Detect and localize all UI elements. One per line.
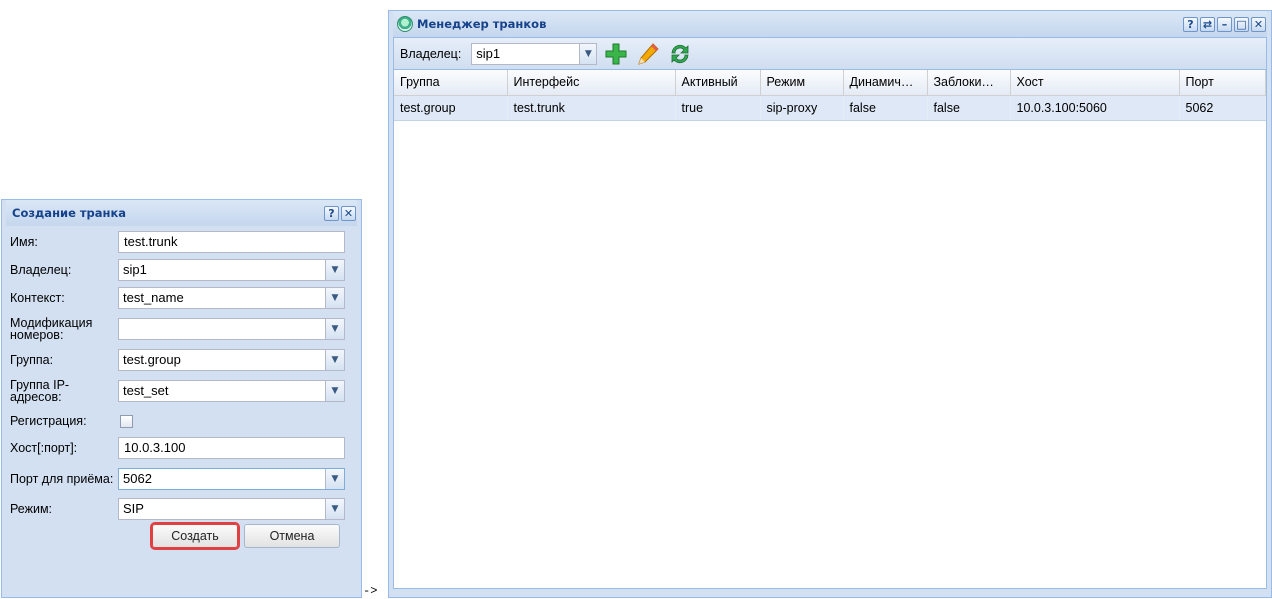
- cell-dynamic: false: [843, 95, 928, 121]
- owner-select-value: sip1: [476, 45, 501, 61]
- edit-trunk-button[interactable]: [635, 41, 661, 67]
- chevron-down-icon[interactable]: ▼: [579, 43, 597, 64]
- trunk-manager-window: Менеджер транков ? ⇄ – □ ✕ Владелец: sip…: [388, 10, 1272, 598]
- create-trunk-dialog: Создание транка ? ✕ Имя: test.trunk Влад…: [1, 199, 362, 598]
- column-header-interface[interactable]: Интерфейс: [507, 70, 676, 96]
- column-header-port[interactable]: Порт: [1179, 70, 1266, 96]
- column-header-mode[interactable]: Режим: [760, 70, 844, 96]
- number-modification-label: Модификация номеров:: [10, 316, 93, 342]
- pencil-icon: [638, 42, 660, 65]
- create-trunk-form: Имя: test.trunk Владелец: sip1 ▼ Контекс…: [6, 226, 357, 550]
- help-icon[interactable]: ?: [324, 205, 339, 221]
- chevron-down-icon[interactable]: ▼: [325, 319, 344, 339]
- trunk-manager-toolbar: Владелец: sip1 ▼: [393, 37, 1267, 69]
- mode-label: Режим:: [10, 502, 53, 516]
- mode-value: SIP: [123, 501, 144, 516]
- context-value: test_name: [123, 290, 184, 305]
- number-modification-select[interactable]: ▼: [118, 318, 345, 340]
- mode-select[interactable]: SIP ▼: [118, 498, 345, 520]
- chevron-down-icon[interactable]: ▼: [325, 381, 344, 401]
- receive-port-select[interactable]: 5062 ▼: [118, 468, 345, 490]
- chevron-down-icon[interactable]: ▼: [325, 469, 344, 489]
- registration-checkbox[interactable]: [120, 414, 133, 428]
- chevron-down-icon[interactable]: ▼: [325, 260, 344, 280]
- create-button[interactable]: Создать: [150, 522, 240, 550]
- cell-blocked: false: [927, 95, 1011, 121]
- cell-group: test.group: [394, 95, 508, 121]
- chevron-down-icon[interactable]: ▼: [325, 350, 344, 370]
- trunk-manager-icon: [397, 16, 413, 32]
- close-icon[interactable]: ✕: [1251, 16, 1266, 32]
- minimize-icon[interactable]: –: [1217, 16, 1232, 32]
- host-port-label: Хост[:порт]:: [10, 441, 78, 455]
- column-header-group[interactable]: Группа: [394, 70, 508, 96]
- owner-select[interactable]: sip1 ▼: [118, 259, 345, 281]
- ip-group-select[interactable]: test_set ▼: [118, 380, 345, 402]
- column-header-active[interactable]: Активный: [675, 70, 761, 96]
- name-label: Имя:: [10, 235, 38, 249]
- plus-icon: [605, 43, 627, 64]
- owner-label: Владелец:: [400, 46, 462, 61]
- refresh-window-icon[interactable]: ⇄: [1200, 16, 1215, 32]
- table-row[interactable]: test.group test.trunk true sip-proxy fal…: [394, 95, 1266, 121]
- ip-group-value: test_set: [123, 383, 169, 398]
- close-icon[interactable]: ✕: [341, 205, 356, 221]
- owner-value: sip1: [123, 262, 147, 277]
- receive-port-label: Порт для приёма:: [10, 472, 114, 486]
- help-icon[interactable]: ?: [1183, 16, 1198, 32]
- owner-label: Владелец:: [10, 263, 72, 277]
- cell-port: 5062: [1179, 95, 1266, 121]
- cell-mode: sip-proxy: [760, 95, 844, 121]
- context-label: Контекст:: [10, 291, 65, 305]
- group-value: test.group: [123, 352, 181, 367]
- column-header-host[interactable]: Хост: [1010, 70, 1180, 96]
- cancel-button[interactable]: Отмена: [244, 524, 340, 548]
- column-header-blocked[interactable]: Заблоки…: [927, 70, 1011, 96]
- create-trunk-header: Создание транка ? ✕: [6, 200, 357, 226]
- create-trunk-title: Создание транка: [12, 206, 127, 220]
- maximize-icon[interactable]: □: [1234, 16, 1249, 32]
- refresh-icon: [671, 44, 689, 63]
- trunk-manager-title: Менеджер транков: [417, 17, 547, 31]
- owner-select[interactable]: sip1 ▼: [471, 42, 598, 65]
- cell-interface: test.trunk: [507, 95, 676, 121]
- column-header-dynamic[interactable]: Динамич…: [843, 70, 928, 96]
- chevron-down-icon[interactable]: ▼: [325, 499, 344, 519]
- receive-port-value: 5062: [123, 471, 152, 486]
- flow-arrow: ->: [363, 584, 378, 598]
- name-field[interactable]: test.trunk: [118, 231, 345, 253]
- group-select[interactable]: test.group ▼: [118, 349, 345, 371]
- context-select[interactable]: test_name ▼: [118, 287, 345, 309]
- add-trunk-button[interactable]: [603, 41, 629, 67]
- registration-label: Регистрация:: [10, 414, 87, 428]
- cell-active: true: [675, 95, 761, 121]
- trunk-manager-header: Менеджер транков ? ⇄ – □ ✕: [393, 11, 1267, 37]
- refresh-button[interactable]: [667, 41, 693, 67]
- grid-header-row: Группа Интерфейс Активный Режим Динамич……: [394, 70, 1266, 96]
- cell-host: 10.0.3.100:5060: [1010, 95, 1180, 121]
- host-port-field[interactable]: 10.0.3.100: [118, 437, 345, 459]
- chevron-down-icon[interactable]: ▼: [325, 288, 344, 308]
- trunk-grid: Группа Интерфейс Активный Режим Динамич……: [393, 69, 1267, 589]
- group-label: Группа:: [10, 353, 54, 367]
- ip-group-label: Группа IP-адресов:: [10, 378, 70, 404]
- number-modification-value: [119, 319, 325, 339]
